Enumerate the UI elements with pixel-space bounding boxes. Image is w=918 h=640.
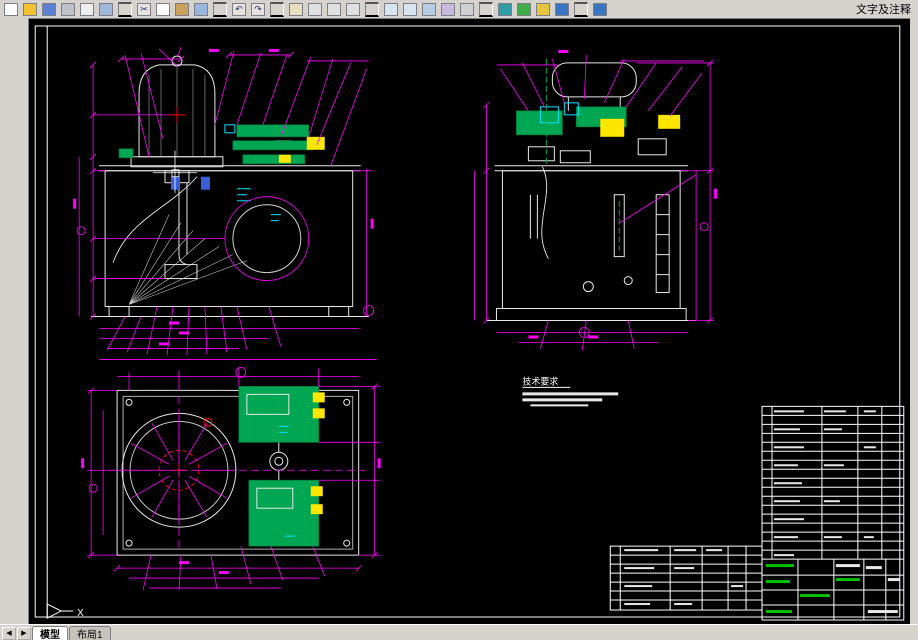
toolbar-icon-glyph: ↶ (232, 2, 246, 16)
render-icon[interactable] (553, 1, 571, 17)
toolbar-icon-glyph: ✂ (137, 2, 151, 16)
title-block-text-marks (773, 410, 900, 614)
properties-icon[interactable] (420, 1, 438, 17)
designcenter-icon[interactable] (439, 1, 457, 17)
toolbar-icon-glyph (403, 2, 417, 16)
tech-requirements-title: 技术要求 (522, 375, 558, 386)
title-block (761, 405, 905, 621)
cad-application-window: ✂ ↶ ↷ 文字及注释 技术要求 X ◀ ▶ 模型 布局1 (0, 0, 918, 640)
dimension-text-marks (73, 48, 374, 346)
tab-nav-glyph: ▶ (21, 630, 27, 637)
text-style-combo[interactable]: 文字及注释 (849, 0, 918, 18)
tool-palettes-icon[interactable] (458, 1, 476, 17)
toolbar-separator (365, 1, 379, 17)
plot-preview-icon[interactable] (78, 1, 96, 17)
toolbar-icon-glyph (194, 2, 208, 16)
zoom-realtime-icon[interactable] (306, 1, 324, 17)
toolbar-icon-glyph (327, 2, 341, 16)
tab-label: 布局1 (77, 630, 103, 640)
tab-layout1[interactable]: 布局1 (69, 626, 111, 640)
text-style-label[interactable]: 文字及注释 (851, 1, 916, 17)
toolbar-icon-glyph (175, 2, 189, 16)
toolbar-separator (270, 1, 284, 17)
toolbar-icon-glyph (4, 2, 18, 16)
right-dock (910, 18, 918, 625)
toolbar-icon-glyph (555, 2, 569, 16)
new-file-icon[interactable] (2, 1, 20, 17)
toolbar-icon-glyph (42, 2, 56, 16)
toolbar-icon-glyph (61, 2, 75, 16)
save-icon[interactable] (40, 1, 58, 17)
paste-icon[interactable] (173, 1, 191, 17)
toolbar-icon-glyph (422, 2, 436, 16)
publish-icon[interactable] (97, 1, 115, 17)
title-block-green-text-marks (766, 564, 860, 614)
parts-list-table (609, 545, 763, 611)
left-toolbar-dock (0, 18, 28, 625)
toolbar-icon-glyph (156, 2, 170, 16)
toolbar-icon-glyph (23, 2, 37, 16)
shade-icon[interactable] (496, 1, 514, 17)
toolbar-icon-glyph: ↷ (251, 2, 265, 16)
tab-nav-glyph: ◀ (6, 630, 12, 637)
toolbar-icon-glyph (80, 2, 94, 16)
next-tab-button[interactable]: ▶ (17, 627, 31, 640)
toolbar-icon-glyph (289, 2, 303, 16)
toolbar-icon-glyph (384, 2, 398, 16)
match-properties-icon[interactable] (192, 1, 210, 17)
toolbar-icon-glyph (536, 2, 550, 16)
toolbar-icon-glyph (593, 2, 607, 16)
toolbar-icon-glyph (346, 2, 360, 16)
toolbar-icon-glyph (308, 2, 322, 16)
toolbar-icon-glyph (99, 2, 113, 16)
toolbar-icon-glyph (460, 2, 474, 16)
status-bar: ◀ ▶ 模型 布局1 (0, 624, 918, 640)
main-toolbar: ✂ ↶ ↷ (0, 0, 918, 19)
front-view (73, 46, 377, 360)
copy-icon[interactable] (154, 1, 172, 17)
toolbar-separator (479, 1, 493, 17)
drawing-canvas-svg[interactable]: 技术要求 X (29, 19, 910, 625)
layer-properties-icon[interactable] (401, 1, 419, 17)
tech-requirements: 技术要求 (522, 375, 619, 407)
zoom-previous-icon[interactable] (344, 1, 362, 17)
toolbar-separator (118, 1, 132, 17)
text-style-icon[interactable] (591, 1, 609, 17)
side-view (474, 49, 718, 351)
undo-icon[interactable]: ↶ (230, 1, 248, 17)
toolbar-separator (574, 1, 588, 17)
named-views-icon[interactable] (534, 1, 552, 17)
plan-view (81, 367, 381, 591)
toolbar-icon-glyph (517, 2, 531, 16)
pan-icon[interactable] (287, 1, 305, 17)
open-folder-icon[interactable] (21, 1, 39, 17)
plot-icon[interactable] (59, 1, 77, 17)
toolbar-icon-glyph (498, 2, 512, 16)
toolbar-icon-glyph (441, 2, 455, 16)
cut-icon[interactable]: ✂ (135, 1, 153, 17)
toolbar-separator (213, 1, 227, 17)
tab-label: 模型 (40, 630, 60, 640)
drawing-area[interactable]: 技术要求 X (28, 18, 910, 625)
layers-icon[interactable] (382, 1, 400, 17)
ucs-x-label: X (77, 608, 84, 619)
prev-tab-button[interactable]: ◀ (2, 627, 16, 640)
tab-model[interactable]: 模型 (32, 626, 68, 640)
redo-icon[interactable]: ↷ (249, 1, 267, 17)
zoom-window-icon[interactable] (325, 1, 343, 17)
orbit-icon[interactable] (515, 1, 533, 17)
